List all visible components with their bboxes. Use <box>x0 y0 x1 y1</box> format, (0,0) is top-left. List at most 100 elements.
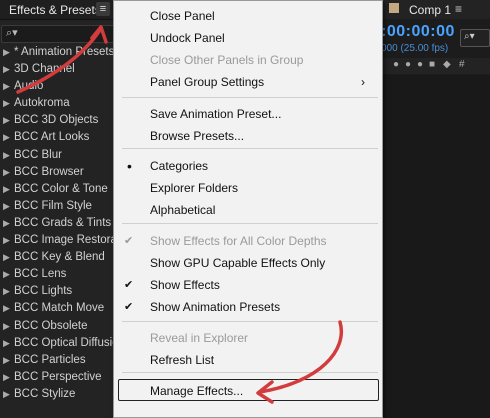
expand-triangle-icon[interactable]: ▶ <box>3 266 12 283</box>
expand-triangle-icon[interactable]: ▶ <box>3 335 12 352</box>
menu-item-categories[interactable]: • Categories <box>114 155 382 177</box>
expand-triangle-icon[interactable]: ▶ <box>3 44 12 61</box>
comp-color-swatch <box>389 3 399 13</box>
effects-category-item[interactable]: ▶ BCC Blur <box>0 147 113 164</box>
menu-item-label: Reveal in Explorer <box>150 331 249 345</box>
menu-item-label: Manage Effects... <box>150 384 244 398</box>
effects-category-item[interactable]: ▶ BCC Match Move <box>0 300 113 317</box>
effects-category-label: BCC Lights <box>14 285 73 298</box>
menu-item-browse-presets[interactable]: Browse Presets... <box>114 125 382 147</box>
effects-category-label: BCC Key & Blend <box>14 251 105 264</box>
expand-triangle-icon[interactable]: ▶ <box>3 300 12 317</box>
menu-item-undock-panel[interactable]: Undock Panel <box>114 27 382 49</box>
menu-item-reveal-in-explorer: Reveal in Explorer <box>114 327 382 349</box>
expand-triangle-icon[interactable]: ▶ <box>3 95 12 112</box>
expand-triangle-icon[interactable]: ▶ <box>3 215 12 232</box>
effects-category-item[interactable]: ▶ BCC Stylize <box>0 386 113 403</box>
lock-icon[interactable]: ■ <box>429 59 435 70</box>
effects-panel-title[interactable]: Effects & Presets <box>9 3 101 17</box>
menu-item-label: Show Animation Presets <box>150 300 281 314</box>
menu-item-label: Explorer Folders <box>150 181 239 195</box>
effects-category-item[interactable]: ▶ 3D Channel <box>0 61 113 78</box>
effects-category-item[interactable]: ▶ BCC Particles <box>0 352 113 369</box>
effects-category-item[interactable]: ▶ BCC Art Looks <box>0 129 113 146</box>
panel-menu-icon[interactable]: ≡ <box>96 2 110 16</box>
effects-search-input[interactable]: ⌕▾ <box>1 25 115 43</box>
effects-category-item[interactable]: ▶ BCC Obsolete <box>0 318 113 335</box>
menu-item-alphabetical[interactable]: Alphabetical <box>114 199 382 221</box>
effects-category-item[interactable]: ▶ BCC 3D Objects <box>0 112 113 129</box>
expand-triangle-icon[interactable]: ▶ <box>3 318 12 335</box>
timeline-layer-area <box>383 75 490 418</box>
expand-triangle-icon[interactable]: ▶ <box>3 198 12 215</box>
expand-triangle-icon[interactable]: ▶ <box>3 61 12 78</box>
effects-category-item[interactable]: ▶ * Animation Presets <box>0 44 113 61</box>
menu-item-show-animation-presets[interactable]: ✔ Show Animation Presets <box>114 296 382 318</box>
menu-item-label: Alphabetical <box>150 203 216 217</box>
expand-triangle-icon[interactable]: ▶ <box>3 129 12 146</box>
effects-category-item[interactable]: ▶ BCC Lens <box>0 266 113 283</box>
expand-triangle-icon[interactable]: ▶ <box>3 249 12 266</box>
hash-icon[interactable]: # <box>459 59 465 70</box>
effects-category-item[interactable]: ▶ BCC Key & Blend <box>0 249 113 266</box>
audio-icon[interactable]: ● <box>405 59 411 70</box>
menu-item-save-animation-preset[interactable]: Save Animation Preset... <box>114 103 382 125</box>
effects-category-label: BCC Optical Diffusion <box>14 336 113 349</box>
effects-category-item[interactable]: ▶ BCC Grads & Tints <box>0 215 113 232</box>
solo-icon[interactable]: ● <box>417 59 423 70</box>
effects-category-label: BCC Film Style <box>14 199 92 212</box>
menu-item-close-other-panels-in-group: Close Other Panels in Group <box>114 49 382 71</box>
menu-item-label: Show GPU Capable Effects Only <box>150 256 326 270</box>
layer-switches-header: ● ● ● ■ ◆ # <box>383 58 490 74</box>
search-icon[interactable]: ⌕▾ <box>464 31 475 42</box>
submenu-arrow-icon: › <box>361 75 365 89</box>
menu-item-explorer-folders[interactable]: Explorer Folders <box>114 177 382 199</box>
effects-category-item[interactable]: ▶ BCC Color & Tone <box>0 181 113 198</box>
effects-category-item[interactable]: ▶ Audio <box>0 78 113 95</box>
effects-category-item[interactable]: ▶ BCC Lights <box>0 283 113 300</box>
menu-item-close-panel[interactable]: Close Panel <box>114 5 382 27</box>
effects-category-item[interactable]: ▶BCC Image Restoration <box>0 232 113 249</box>
menu-item-show-gpu-capable-effects-only[interactable]: Show GPU Capable Effects Only <box>114 252 382 274</box>
eye-icon[interactable]: ● <box>393 59 399 70</box>
expand-triangle-icon[interactable]: ▶ <box>3 232 12 249</box>
menu-separator <box>122 97 378 98</box>
current-time-display[interactable]: :00:00:00 <box>381 23 455 41</box>
effects-category-item[interactable]: ▶BCC Optical Diffusion <box>0 335 113 352</box>
expand-triangle-icon[interactable]: ▶ <box>3 164 12 181</box>
menu-item-label: Show Effects for All Color Depths <box>150 234 327 248</box>
effects-category-label: BCC Browser <box>14 165 84 178</box>
menu-item-show-effects[interactable]: ✔ Show Effects <box>114 274 382 296</box>
menu-item-label: Refresh List <box>150 353 215 367</box>
expand-triangle-icon[interactable]: ▶ <box>3 386 12 403</box>
comp-menu-icon[interactable]: ≡ <box>455 2 462 16</box>
effects-category-item[interactable]: ▶ BCC Perspective <box>0 369 113 386</box>
expand-triangle-icon[interactable]: ▶ <box>3 283 12 300</box>
expand-triangle-icon[interactable]: ▶ <box>3 352 12 369</box>
effects-category-item[interactable]: ▶ BCC Browser <box>0 164 113 181</box>
expand-triangle-icon[interactable]: ▶ <box>3 147 12 164</box>
label-icon[interactable]: ◆ <box>443 59 451 70</box>
menu-item-label: Close Panel <box>150 9 215 23</box>
menu-item-refresh-list[interactable]: Refresh List <box>114 349 382 371</box>
effects-list: ▶ * Animation Presets ▶ 3D Channel ▶ Audio ▶ Au… <box>0 44 113 403</box>
expand-triangle-icon[interactable]: ▶ <box>3 112 12 129</box>
menu-separator <box>122 372 378 373</box>
menu-item-panel-group-settings[interactable]: Panel Group Settings › <box>114 71 382 93</box>
expand-triangle-icon[interactable]: ▶ <box>3 181 12 198</box>
timeline-search-input[interactable]: ⌕▾ <box>460 29 490 47</box>
effects-category-label: BCC Lens <box>14 268 67 281</box>
effects-category-item[interactable]: ▶ Autokroma <box>0 95 113 112</box>
effects-presets-panel: Effects & Presets ≡ ⌕▾ ▶ * Animation Pres… <box>0 0 115 418</box>
effects-category-label: BCC Art Looks <box>14 131 90 144</box>
menu-item-manage-effects[interactable]: Manage Effects... <box>118 379 379 401</box>
expand-triangle-icon[interactable]: ▶ <box>3 369 12 386</box>
effects-category-item[interactable]: ▶ BCC Film Style <box>0 198 113 215</box>
radio-bullet-icon: • <box>127 158 132 174</box>
menu-item-label: Undock Panel <box>150 31 225 45</box>
expand-triangle-icon[interactable]: ▶ <box>3 78 12 95</box>
search-icon[interactable]: ⌕▾ <box>6 26 18 40</box>
comp-tab-title[interactable]: Comp 1 <box>409 3 451 17</box>
checkmark-icon: ✔ <box>124 279 134 291</box>
effects-category-label: BCC Perspective <box>14 370 102 383</box>
